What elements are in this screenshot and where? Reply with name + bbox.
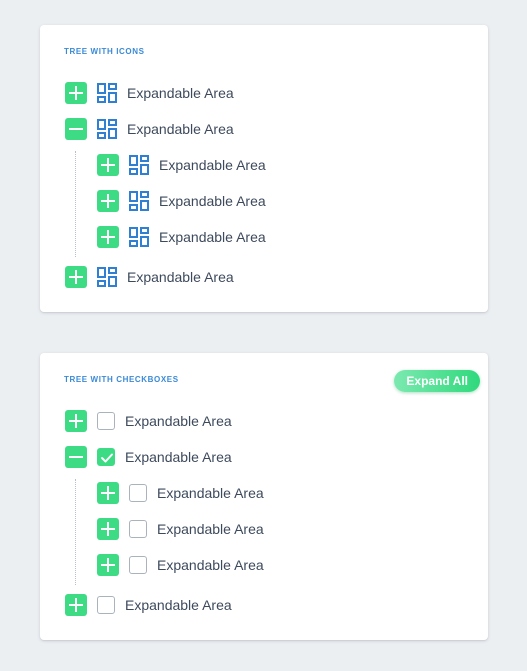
tree-with-checkboxes-card: TREE WITH CHECKBOXES Expand All Expandab… <box>40 353 488 640</box>
tree-item[interactable]: Expandable Area <box>65 446 232 468</box>
item-checkbox[interactable] <box>97 412 115 430</box>
tree-item-label: Expandable Area <box>159 193 266 209</box>
tree-item-label: Expandable Area <box>127 85 234 101</box>
collapse-toggle-minus-icon[interactable] <box>65 446 87 468</box>
card-title: TREE WITH ICONS <box>64 47 145 56</box>
card-title: TREE WITH CHECKBOXES <box>64 375 179 384</box>
collapse-toggle-minus-icon[interactable] <box>65 118 87 140</box>
tree-child-item[interactable]: Expandable Area <box>97 226 266 248</box>
expand-toggle-plus-icon[interactable] <box>65 594 87 616</box>
tree-child-item[interactable]: Expandable Area <box>97 554 264 576</box>
tree-item-label: Expandable Area <box>157 557 264 573</box>
tree-with-icons-card: TREE WITH ICONS Expandable Area Expandab… <box>40 25 488 312</box>
item-checkbox-checked[interactable] <box>97 448 115 466</box>
checkmark-icon <box>101 453 113 463</box>
tree-child-item[interactable]: Expandable Area <box>97 190 266 212</box>
item-checkbox[interactable] <box>129 484 147 502</box>
expand-toggle-plus-icon[interactable] <box>97 226 119 248</box>
tree-child-item[interactable]: Expandable Area <box>97 154 266 176</box>
item-checkbox[interactable] <box>129 556 147 574</box>
expand-toggle-plus-icon[interactable] <box>97 190 119 212</box>
dashboard-icon <box>97 119 117 139</box>
tree-child-item[interactable]: Expandable Area <box>97 482 264 504</box>
expand-toggle-plus-icon[interactable] <box>97 554 119 576</box>
tree-item[interactable]: Expandable Area <box>65 410 232 432</box>
tree-item-label: Expandable Area <box>159 229 266 245</box>
tree-guide-line <box>75 151 76 257</box>
tree-item-label: Expandable Area <box>127 269 234 285</box>
expand-toggle-plus-icon[interactable] <box>65 266 87 288</box>
tree-item[interactable]: Expandable Area <box>65 82 234 104</box>
dashboard-icon <box>97 267 117 287</box>
tree-guide-line <box>75 479 76 585</box>
expand-toggle-plus-icon[interactable] <box>65 82 87 104</box>
tree-item[interactable]: Expandable Area <box>65 594 232 616</box>
dashboard-icon <box>129 191 149 211</box>
item-checkbox[interactable] <box>97 596 115 614</box>
tree-item-label: Expandable Area <box>157 485 264 501</box>
tree-item[interactable]: Expandable Area <box>65 266 234 288</box>
expand-toggle-plus-icon[interactable] <box>65 410 87 432</box>
tree-child-item[interactable]: Expandable Area <box>97 518 264 540</box>
expand-toggle-plus-icon[interactable] <box>97 482 119 504</box>
tree-item-label: Expandable Area <box>157 521 264 537</box>
item-checkbox[interactable] <box>129 520 147 538</box>
tree-item-label: Expandable Area <box>125 449 232 465</box>
expand-all-button[interactable]: Expand All <box>394 370 480 392</box>
tree-item-label: Expandable Area <box>159 157 266 173</box>
expand-toggle-plus-icon[interactable] <box>97 518 119 540</box>
tree-item[interactable]: Expandable Area <box>65 118 234 140</box>
tree-item-label: Expandable Area <box>125 597 232 613</box>
dashboard-icon <box>97 83 117 103</box>
dashboard-icon <box>129 155 149 175</box>
dashboard-icon <box>129 227 149 247</box>
tree-item-label: Expandable Area <box>125 413 232 429</box>
expand-toggle-plus-icon[interactable] <box>97 154 119 176</box>
tree-item-label: Expandable Area <box>127 121 234 137</box>
